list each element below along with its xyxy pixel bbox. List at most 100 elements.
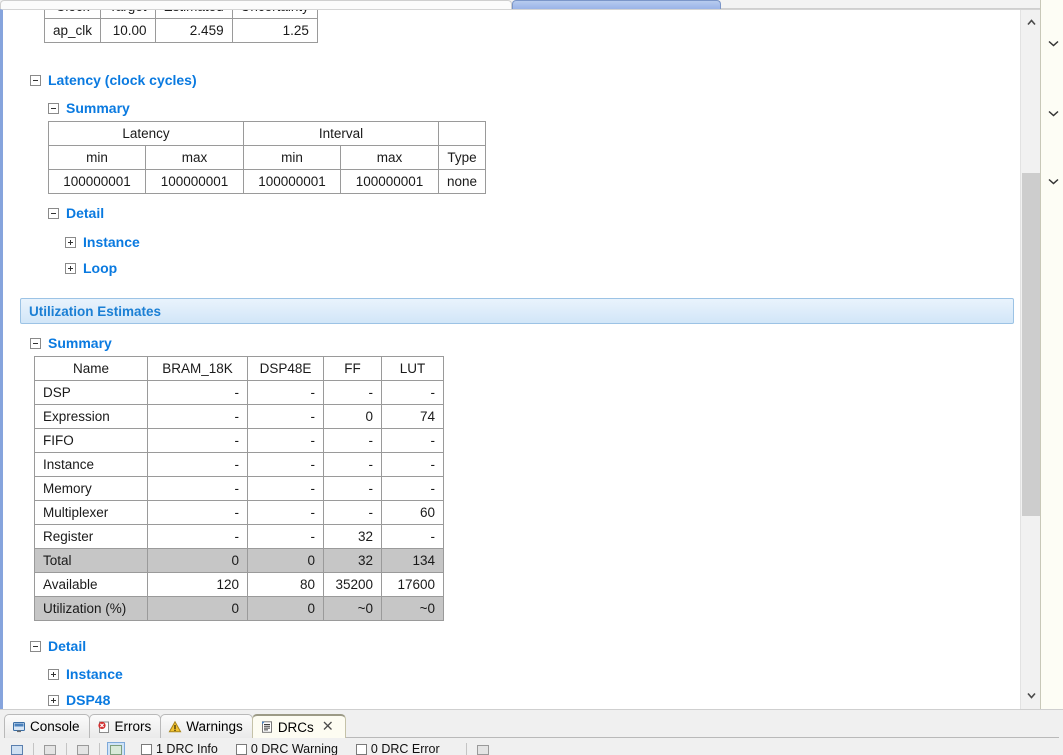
run-icon[interactable] <box>107 742 125 755</box>
filter-drc-warning[interactable]: 0 DRC Warning <box>235 742 338 755</box>
drc-view-toolbar: 1 DRC Info 0 DRC Warning 0 DRC Error <box>0 742 1063 755</box>
scroll-down-arrow-icon[interactable] <box>1021 685 1040 705</box>
cell-latency-max: 100000001 <box>145 169 244 194</box>
scroll-up-arrow-icon[interactable] <box>1021 12 1040 32</box>
view-menu-icon[interactable] <box>474 742 492 755</box>
filter-drc-error[interactable]: 0 DRC Error <box>355 742 440 755</box>
tree-node-utilization-detail-instance[interactable]: Instance <box>48 666 123 682</box>
editor-tab-strip-filler <box>721 0 1063 9</box>
expand-toggle-icon[interactable] <box>48 668 59 680</box>
cell-ff: ~0 <box>323 596 382 621</box>
collapse-toggle-icon[interactable] <box>30 74 41 86</box>
th-interval-min: min <box>243 145 341 170</box>
tab-drcs[interactable]: DRCs <box>251 714 346 738</box>
th-interval-max: max <box>340 145 439 170</box>
tab-errors-label: Errors <box>114 719 152 734</box>
chevron-down-icon[interactable] <box>1045 108 1061 122</box>
table-header-row: Name BRAM_18K DSP48E FF LUT <box>34 356 444 381</box>
tab-warnings[interactable]: Warnings <box>160 714 253 738</box>
cell-ff: 0 <box>323 404 382 429</box>
checkbox-icon[interactable] <box>355 743 367 755</box>
utilization-summary-table-wrap: Name BRAM_18K DSP48E FF LUT DSP - - - - Expre… <box>34 356 444 621</box>
terminal-icon[interactable] <box>8 742 26 755</box>
cell-dsp48e: 0 <box>247 596 324 621</box>
cell-lut: - <box>381 428 444 453</box>
cell-name: Memory <box>34 476 148 501</box>
cell-lut: 74 <box>381 404 444 429</box>
scrollbar-thumb[interactable] <box>1022 173 1040 516</box>
collapse-toggle-icon[interactable] <box>30 640 41 652</box>
tree-node-latency-detail-loop[interactable]: Loop <box>65 260 117 276</box>
filter-drc-warning-label: 0 DRC Warning <box>250 742 338 755</box>
tree-node-utilization-summary[interactable]: Summary <box>30 335 112 351</box>
console-icon <box>12 720 26 734</box>
cell-lut: 60 <box>381 500 444 525</box>
cell-dsp48e: 0 <box>247 548 324 573</box>
table-sub-header-row: min max min max Type <box>48 145 487 170</box>
collapse-toggle-icon[interactable] <box>48 207 59 219</box>
cell-lut: - <box>381 380 444 405</box>
tree-node-latency-detail-loop-label: Loop <box>83 260 118 276</box>
cell-ff: - <box>323 476 382 501</box>
tree-node-utilization-detail-dsp48[interactable]: DSP48 <box>48 692 110 708</box>
application-window: Clock Target Estimated Uncertainty ap_cl… <box>0 0 1063 755</box>
expand-toggle-icon[interactable] <box>48 694 59 706</box>
table-row: Register - -32- <box>34 524 444 549</box>
cell-name: Multiplexer <box>34 500 148 525</box>
th-latency-max: max <box>145 145 244 170</box>
close-icon[interactable] <box>322 720 336 734</box>
cell-dsp48e: - <box>247 452 324 477</box>
table-row: Utilization (%) 0 0 ~0 ~0 <box>34 596 444 621</box>
cell-name: Expression <box>34 404 148 429</box>
tab-console[interactable]: Console <box>4 714 90 738</box>
cell-lut: ~0 <box>381 596 444 621</box>
tab-drcs-label: DRCs <box>277 719 314 735</box>
cell-dsp48e: - <box>247 404 324 429</box>
checkbox-icon[interactable] <box>235 743 247 755</box>
bottom-tab-bar: Console Errors Warnings DRCs <box>4 714 346 738</box>
editor-tab-inactive[interactable] <box>0 0 512 9</box>
chevron-down-icon[interactable] <box>1045 38 1061 52</box>
cell-name: DSP <box>34 380 148 405</box>
cell-ff: 32 <box>323 548 382 573</box>
cell-lut: - <box>381 524 444 549</box>
display-alt-icon[interactable] <box>74 742 92 755</box>
checkbox-icon[interactable] <box>141 743 152 755</box>
cell-lut: - <box>381 452 444 477</box>
cell-name: Total <box>34 548 148 573</box>
tree-node-latency-summary[interactable]: Summary <box>48 100 130 116</box>
cell-name: Register <box>34 524 148 549</box>
th-type: Type <box>437 145 487 170</box>
tree-node-latency-detail-instance[interactable]: Instance <box>65 234 140 250</box>
expand-toggle-icon[interactable] <box>65 236 76 248</box>
table-row: Total 0 0 32 134 <box>34 548 444 573</box>
th-latency-min: min <box>48 145 146 170</box>
tab-errors[interactable]: Errors <box>88 714 162 738</box>
chevron-down-icon[interactable] <box>1045 176 1061 190</box>
display-icon[interactable] <box>41 742 59 755</box>
toolbar-separator <box>33 743 34 755</box>
th-name: Name <box>34 356 148 381</box>
filter-drc-info[interactable]: 1 DRC Info <box>141 742 218 755</box>
th-bram18k: BRAM_18K <box>147 356 248 381</box>
timing-summary-table-wrap: Clock Target Estimated Uncertainty ap_cl… <box>43 10 318 43</box>
tree-node-utilization-detail[interactable]: Detail <box>30 638 86 654</box>
section-header-utilization-estimates: Utilization Estimates <box>20 298 1014 324</box>
th-clock: Clock <box>43 10 102 19</box>
cell-dsp48e: - <box>247 380 324 405</box>
collapse-toggle-icon[interactable] <box>48 102 59 114</box>
th-ff: FF <box>323 356 382 381</box>
tree-node-utilization-detail-instance-label: Instance <box>66 666 123 682</box>
cell-interval-max: 100000001 <box>340 169 439 194</box>
editor-vertical-scrollbar[interactable] <box>1020 10 1040 709</box>
tree-node-latency-detail[interactable]: Detail <box>48 205 104 221</box>
table-row: FIFO - - - - <box>34 428 444 453</box>
collapse-toggle-icon[interactable] <box>30 337 41 349</box>
expand-toggle-icon[interactable] <box>65 262 76 274</box>
tree-node-latency[interactable]: Latency (clock cycles) <box>30 72 197 88</box>
table-row: Instance - - - - <box>34 452 444 477</box>
report-document: Clock Target Estimated Uncertainty ap_cl… <box>3 10 1022 709</box>
cell-bram18k: 120 <box>147 572 248 597</box>
editor-tab-active[interactable] <box>512 0 721 9</box>
warning-icon <box>168 720 182 734</box>
